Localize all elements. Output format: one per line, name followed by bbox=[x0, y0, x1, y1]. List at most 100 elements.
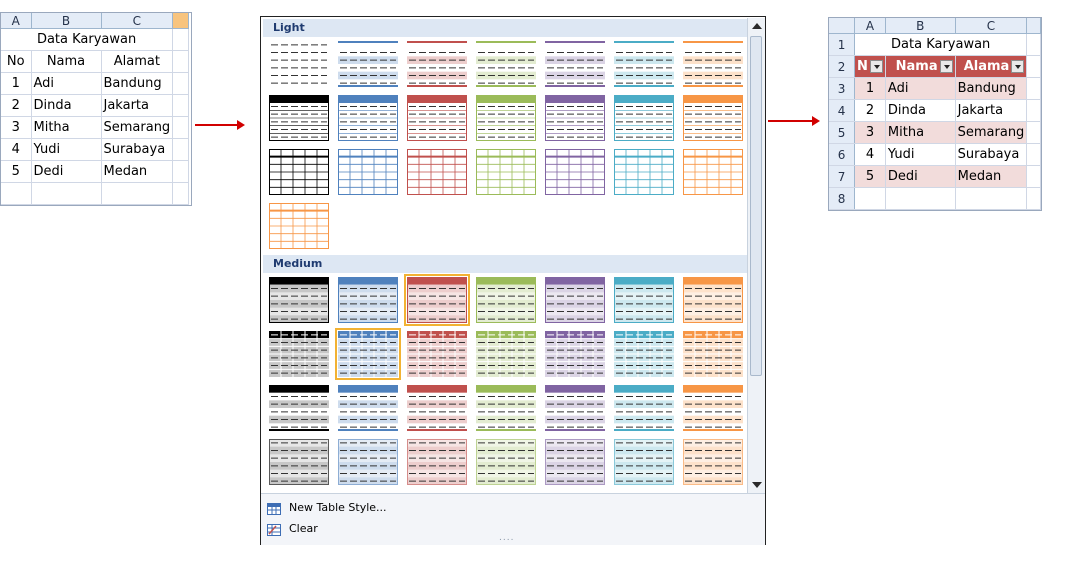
scroll-down-icon[interactable] bbox=[752, 482, 762, 488]
column-header-a[interactable]: A bbox=[854, 18, 886, 34]
data-cell[interactable]: Dinda bbox=[31, 94, 102, 117]
table-style-light-8[interactable] bbox=[269, 95, 329, 141]
table-style-light-16[interactable] bbox=[338, 149, 398, 195]
select-all-corner[interactable] bbox=[829, 18, 856, 34]
data-cell[interactable]: Dedi bbox=[885, 165, 956, 188]
column-header-a[interactable]: A bbox=[1, 13, 32, 29]
data-cell[interactable]: Mitha bbox=[31, 116, 102, 139]
header-cell-nama[interactable]: Nama bbox=[31, 50, 102, 73]
cell[interactable] bbox=[172, 116, 190, 139]
new-table-style-item[interactable]: New Table Style... bbox=[267, 498, 387, 518]
filter-dropdown-icon[interactable] bbox=[1011, 60, 1025, 73]
table-style-medium-12[interactable] bbox=[545, 331, 605, 377]
data-cell[interactable]: 1 bbox=[1, 72, 32, 95]
cell[interactable] bbox=[172, 72, 190, 95]
column-header-d[interactable] bbox=[172, 13, 190, 29]
data-cell[interactable]: Mitha bbox=[885, 121, 956, 144]
table-style-medium-2[interactable] bbox=[338, 277, 398, 323]
resize-grip[interactable]: .... bbox=[499, 533, 514, 543]
row-header[interactable]: 7 bbox=[829, 165, 856, 188]
column-header-b[interactable]: B bbox=[885, 18, 956, 34]
table-style-medium-19[interactable] bbox=[545, 385, 605, 431]
clear-item[interactable]: Clear bbox=[267, 519, 318, 539]
table-style-medium-21[interactable] bbox=[683, 385, 743, 431]
table-style-medium-1[interactable] bbox=[269, 277, 329, 323]
header-cell-alamat[interactable]: Alama bbox=[955, 55, 1028, 78]
header-cell-alamat[interactable]: Alamat bbox=[101, 50, 174, 73]
cell[interactable] bbox=[172, 138, 190, 161]
cell[interactable] bbox=[1026, 187, 1041, 210]
cell[interactable] bbox=[172, 182, 190, 205]
table-style-light-15[interactable] bbox=[269, 149, 329, 195]
cell[interactable] bbox=[1, 182, 32, 205]
table-style-light-14[interactable] bbox=[683, 95, 743, 141]
table-style-medium-26[interactable] bbox=[545, 439, 605, 485]
table-style-light-9[interactable] bbox=[338, 95, 398, 141]
data-cell[interactable]: 3 bbox=[1, 116, 32, 139]
table-style-medium-25[interactable] bbox=[476, 439, 536, 485]
data-cell[interactable]: Bandung bbox=[955, 77, 1028, 100]
data-cell[interactable]: 1 bbox=[854, 77, 886, 100]
table-style-light-5[interactable] bbox=[545, 41, 605, 87]
table-style-light-7[interactable] bbox=[683, 41, 743, 87]
filter-dropdown-icon[interactable] bbox=[869, 60, 883, 73]
data-cell[interactable]: Surabaya bbox=[101, 138, 174, 161]
data-cell[interactable]: Dedi bbox=[31, 160, 102, 183]
header-cell-nama[interactable]: Nama bbox=[885, 55, 956, 78]
column-header-c[interactable]: C bbox=[101, 13, 174, 29]
cell[interactable] bbox=[1026, 55, 1041, 78]
table-style-medium-16[interactable] bbox=[338, 385, 398, 431]
cell[interactable] bbox=[854, 187, 886, 210]
table-style-light-18[interactable] bbox=[476, 149, 536, 195]
filter-dropdown-icon[interactable] bbox=[939, 60, 953, 73]
gallery-scrollbar[interactable] bbox=[747, 18, 765, 493]
header-cell-no[interactable]: N bbox=[854, 55, 886, 78]
data-cell[interactable]: 4 bbox=[854, 143, 886, 166]
table-style-light-17[interactable] bbox=[407, 149, 467, 195]
table-style-light-11[interactable] bbox=[476, 95, 536, 141]
table-style-medium-17[interactable] bbox=[407, 385, 467, 431]
data-cell[interactable]: Adi bbox=[31, 72, 102, 95]
table-style-light-2[interactable] bbox=[338, 41, 398, 87]
data-cell[interactable]: Yudi bbox=[885, 143, 956, 166]
data-cell[interactable]: 5 bbox=[1, 160, 32, 183]
table-style-medium-9[interactable] bbox=[335, 328, 401, 380]
table-style-light-10[interactable] bbox=[407, 95, 467, 141]
data-cell[interactable]: Surabaya bbox=[955, 143, 1028, 166]
row-header[interactable]: 1 bbox=[829, 33, 856, 56]
table-style-medium-4[interactable] bbox=[476, 277, 536, 323]
data-cell[interactable]: Jakarta bbox=[955, 99, 1028, 122]
data-cell[interactable]: 4 bbox=[1, 138, 32, 161]
table-style-medium-15[interactable] bbox=[269, 385, 329, 431]
table-style-medium-27[interactable] bbox=[614, 439, 674, 485]
cell[interactable] bbox=[172, 28, 190, 51]
table-style-medium-20[interactable] bbox=[614, 385, 674, 431]
data-cell[interactable]: Medan bbox=[101, 160, 174, 183]
data-cell[interactable]: 3 bbox=[854, 121, 886, 144]
cell[interactable] bbox=[1026, 121, 1041, 144]
row-header[interactable]: 8 bbox=[829, 187, 856, 210]
cell[interactable] bbox=[172, 50, 190, 73]
table-style-medium-10[interactable] bbox=[407, 331, 467, 377]
data-cell[interactable]: Bandung bbox=[101, 72, 174, 95]
column-header-b[interactable]: B bbox=[31, 13, 102, 29]
row-header[interactable]: 5 bbox=[829, 121, 856, 144]
table-title-cell[interactable]: Data Karyawan bbox=[1, 28, 174, 51]
data-cell[interactable]: Medan bbox=[955, 165, 1028, 188]
table-style-light-1[interactable] bbox=[269, 41, 329, 87]
data-cell[interactable]: 5 bbox=[854, 165, 886, 188]
header-cell-no[interactable]: No bbox=[1, 50, 32, 73]
cell[interactable] bbox=[1026, 77, 1041, 100]
scroll-thumb[interactable] bbox=[750, 36, 762, 376]
cell[interactable] bbox=[172, 160, 190, 183]
data-cell[interactable]: Semarang bbox=[101, 116, 174, 139]
data-cell[interactable]: 2 bbox=[1, 94, 32, 117]
data-cell[interactable]: 2 bbox=[854, 99, 886, 122]
table-style-medium-8[interactable] bbox=[269, 331, 329, 377]
cell[interactable] bbox=[1026, 165, 1041, 188]
table-style-medium-13[interactable] bbox=[614, 331, 674, 377]
cell[interactable] bbox=[31, 182, 102, 205]
data-cell[interactable]: Semarang bbox=[955, 121, 1028, 144]
table-style-light-4[interactable] bbox=[476, 41, 536, 87]
table-style-medium-28[interactable] bbox=[683, 439, 743, 485]
